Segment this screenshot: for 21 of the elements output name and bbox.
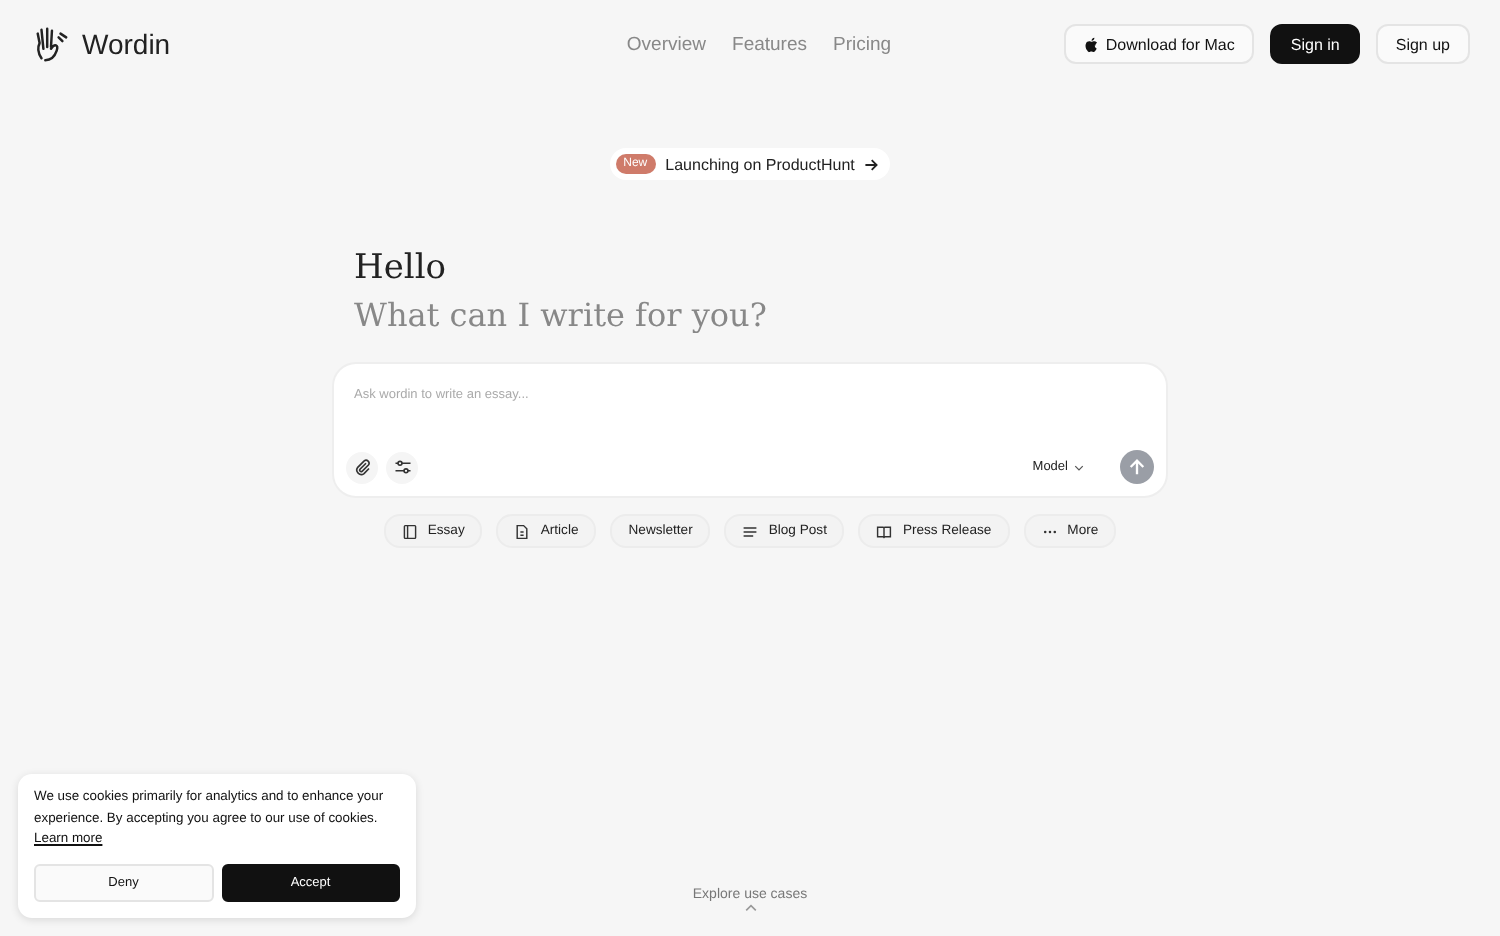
arrow-up-icon: [1128, 458, 1146, 476]
sign-in-button[interactable]: Sign in: [1270, 24, 1360, 64]
book-icon: [401, 523, 418, 539]
apple-icon: [1083, 35, 1098, 53]
attach-button[interactable]: [346, 451, 378, 483]
document-icon: [514, 523, 531, 539]
sliders-icon: [393, 458, 411, 476]
chevron-down-icon: [1074, 463, 1084, 471]
lines-icon: [742, 523, 759, 539]
waving-hand-icon: [32, 25, 70, 63]
chevron-up-icon: [743, 904, 757, 912]
greeting-heading: Hello: [354, 248, 448, 288]
brand-name: Wordin: [82, 28, 171, 60]
send-button[interactable]: [1120, 450, 1154, 484]
download-button[interactable]: Download for Mac: [1063, 24, 1255, 64]
paperclip-icon: [353, 458, 371, 476]
prompt-heading: What can I write for you?: [354, 296, 769, 334]
sign-up-button[interactable]: Sign up: [1375, 24, 1470, 64]
arrow-right-icon: [864, 157, 879, 171]
open-book-icon: [876, 523, 893, 539]
settings-button[interactable]: [386, 451, 418, 483]
